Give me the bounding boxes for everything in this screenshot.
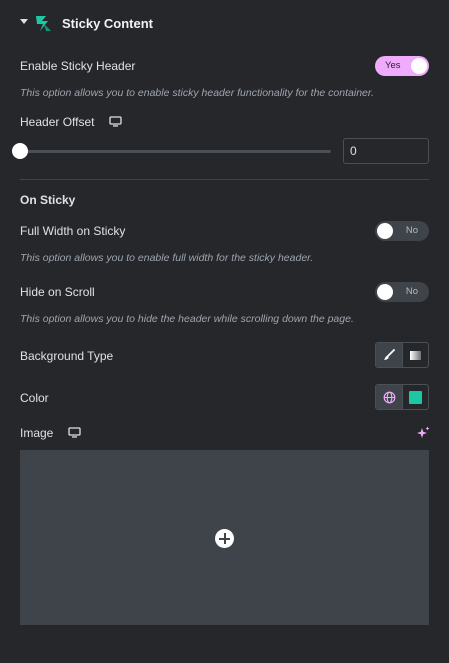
globe-icon: [383, 391, 395, 403]
header-offset-slider-track[interactable]: [20, 150, 331, 153]
section-title: Sticky Content: [62, 16, 154, 31]
image-label: Image: [20, 426, 54, 440]
add-image-plus-icon[interactable]: [215, 529, 234, 548]
desktop-icon[interactable]: [68, 427, 81, 438]
background-classic-button[interactable]: [376, 343, 402, 367]
divider: [20, 179, 429, 180]
background-type-label: Background Type: [20, 349, 114, 363]
background-gradient-button[interactable]: [402, 343, 428, 367]
full-width-on-sticky-description: This option allows you to enable full wi…: [20, 252, 314, 264]
plugin-logo-icon: [36, 16, 51, 31]
enable-sticky-header-label: Enable Sticky Header: [20, 59, 136, 73]
on-sticky-heading: On Sticky: [20, 193, 76, 207]
color-swatch-button[interactable]: [402, 385, 428, 409]
color-label: Color: [20, 391, 49, 405]
desktop-icon[interactable]: [109, 116, 122, 127]
section-header-sticky-content[interactable]: Sticky Content: [0, 0, 449, 48]
header-offset-slider-thumb[interactable]: [12, 143, 28, 159]
background-type-choices: [375, 342, 429, 368]
full-width-on-sticky-toggle[interactable]: No: [375, 221, 429, 241]
classic-brush-icon: [384, 349, 395, 360]
gradient-icon: [410, 350, 421, 360]
ai-sparkle-icon[interactable]: [417, 426, 430, 439]
global-colors-button[interactable]: [376, 385, 402, 409]
toggle-no-text: No: [405, 225, 418, 236]
toggle-no-text: No: [405, 286, 418, 297]
hide-on-scroll-label: Hide on Scroll: [20, 285, 95, 299]
toggle-yes-text: Yes: [385, 60, 401, 71]
hide-on-scroll-toggle[interactable]: No: [375, 282, 429, 302]
color-swatch: [409, 390, 422, 404]
toggle-knob: [377, 284, 393, 300]
hide-on-scroll-description: This option allows you to hide the heade…: [20, 313, 354, 325]
color-controls: [375, 384, 429, 410]
header-offset-label: Header Offset: [20, 115, 95, 129]
full-width-on-sticky-label: Full Width on Sticky: [20, 224, 126, 238]
toggle-knob: [377, 223, 393, 239]
toggle-knob: [411, 58, 427, 74]
header-offset-input[interactable]: [343, 138, 429, 164]
enable-sticky-header-toggle[interactable]: Yes: [375, 56, 429, 76]
caret-down-icon: [20, 19, 28, 24]
enable-sticky-header-description: This option allows you to enable sticky …: [20, 87, 374, 99]
